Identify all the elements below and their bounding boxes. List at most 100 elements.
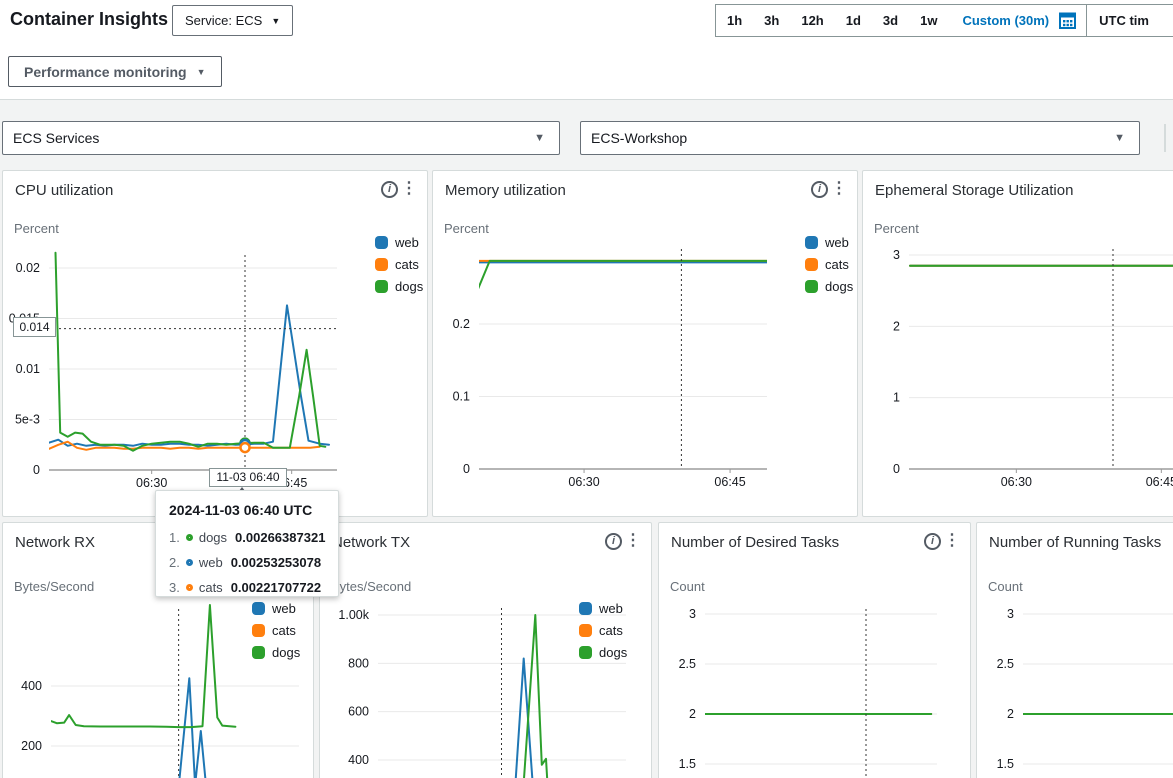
view-selector-button[interactable]: Performance monitoring ▼ — [8, 56, 222, 87]
svg-text:1.00k: 1.00k — [338, 608, 369, 622]
legend-item-web[interactable]: web — [375, 231, 423, 253]
time-range-1w[interactable]: 1w — [909, 13, 948, 28]
chart-plot[interactable]: 0.20.1006:3006:45 — [433, 171, 857, 516]
service-selector-button[interactable]: Service: ECS ▼ — [172, 5, 293, 36]
chart-legend: web cats dogs — [579, 597, 627, 663]
time-range-1h[interactable]: 1h — [716, 13, 753, 28]
tooltip-row: 2. web 0.00253253078 — [169, 555, 321, 570]
legend-swatch-icon — [252, 602, 265, 615]
legend-item-dogs[interactable]: dogs — [252, 641, 300, 663]
kebab-menu-icon[interactable]: ⋮ — [401, 178, 417, 198]
tooltip-rank: 2. — [169, 555, 180, 570]
svg-text:5e-3: 5e-3 — [15, 413, 40, 427]
svg-text:2.5: 2.5 — [997, 657, 1014, 671]
chart-card-running-tasks: 32.521.5 Number of Running Tasks Count — [976, 522, 1173, 778]
svg-text:800: 800 — [348, 656, 369, 670]
tooltip-timestamp: 2024-11-03 06:40 UTC — [169, 502, 312, 518]
series-marker-icon — [186, 534, 193, 541]
time-range-3d[interactable]: 3d — [872, 13, 909, 28]
cluster-select[interactable]: ECS-Workshop ▼ — [580, 121, 1140, 155]
svg-text:0.02: 0.02 — [16, 261, 40, 275]
tooltip-rank: 1. — [169, 530, 180, 545]
chart-plot[interactable]: 32.521.5 — [977, 523, 1173, 778]
legend-item-web[interactable]: web — [579, 597, 627, 619]
svg-text:0: 0 — [463, 462, 470, 476]
legend-label: cats — [599, 623, 623, 638]
y-axis-unit-label: Count — [988, 579, 1023, 594]
series-marker-icon — [186, 559, 193, 566]
custom-time-range-link[interactable]: Custom (30m) — [948, 13, 1057, 28]
info-icon[interactable]: i — [605, 533, 622, 550]
svg-text:400: 400 — [348, 753, 369, 767]
chart-card-cpu-utilization: 0.020.0150.015e-3006:3006:45 CPU utiliza… — [2, 170, 428, 517]
svg-text:06:30: 06:30 — [136, 476, 167, 490]
info-icon[interactable]: i — [381, 181, 398, 198]
legend-item-web[interactable]: web — [805, 231, 853, 253]
legend-swatch-icon — [579, 646, 592, 659]
chart-title: Number of Desired Tasks — [671, 534, 839, 551]
chart-card-ephemeral-storage: 321006:3006:45 Ephemeral Storage Utiliza… — [862, 170, 1173, 517]
chart-plot[interactable]: 32.521.5 — [659, 523, 970, 778]
legend-label: dogs — [395, 279, 423, 294]
legend-item-cats[interactable]: cats — [252, 619, 300, 641]
tooltip-series-value: 0.00266387321 — [235, 530, 325, 545]
svg-text:1: 1 — [893, 391, 900, 405]
dimension-select[interactable]: ECS Services ▼ — [2, 121, 560, 155]
svg-text:2: 2 — [1007, 707, 1014, 721]
chart-legend: web cats dogs — [805, 231, 853, 297]
legend-swatch-icon — [805, 236, 818, 249]
chevron-down-icon: ▼ — [534, 132, 545, 144]
svg-text:0.01: 0.01 — [16, 362, 40, 376]
chart-title: Memory utilization — [445, 182, 566, 199]
chart-plot[interactable]: 0.020.0150.015e-3006:3006:45 — [3, 171, 427, 516]
y-axis-unit-label: Percent — [874, 221, 919, 236]
page-title: Container Insights — [10, 9, 168, 30]
svg-text:3: 3 — [689, 607, 696, 621]
chevron-down-icon: ▼ — [1114, 132, 1125, 144]
legend-label: cats — [825, 257, 849, 272]
legend-swatch-icon — [579, 624, 592, 637]
filter-row-separator — [1164, 124, 1166, 152]
time-range-3h[interactable]: 3h — [753, 13, 790, 28]
legend-item-dogs[interactable]: dogs — [805, 275, 853, 297]
tooltip-series-value: 0.00221707722 — [231, 580, 321, 595]
kebab-menu-icon[interactable]: ⋮ — [944, 530, 960, 550]
time-range-1d[interactable]: 1d — [835, 13, 872, 28]
info-icon[interactable]: i — [924, 533, 941, 550]
y-axis-unit-label: Percent — [14, 221, 59, 236]
svg-text:1.5: 1.5 — [679, 757, 696, 771]
tooltip-series-name: dogs — [199, 530, 227, 545]
kebab-menu-icon[interactable]: ⋮ — [625, 530, 641, 550]
info-icon[interactable]: i — [811, 181, 828, 198]
cluster-select-value: ECS-Workshop — [591, 130, 687, 146]
legend-item-dogs[interactable]: dogs — [579, 641, 627, 663]
legend-swatch-icon — [375, 280, 388, 293]
legend-swatch-icon — [805, 258, 818, 271]
tooltip-series-name: web — [199, 555, 223, 570]
chart-card-network-tx: 1.00k800600400 Network TX i ⋮ Bytes/Seco… — [319, 522, 652, 778]
chart-title: CPU utilization — [15, 182, 113, 199]
chart-title: Ephemeral Storage Utilization — [875, 182, 1073, 199]
legend-item-web[interactable]: web — [252, 597, 300, 619]
svg-text:0: 0 — [893, 462, 900, 476]
legend-item-dogs[interactable]: dogs — [375, 275, 423, 297]
calendar-icon[interactable] — [1059, 12, 1076, 29]
chart-card-desired-tasks: 32.521.5 Number of Desired Tasks i ⋮ Cou… — [658, 522, 971, 778]
legend-item-cats[interactable]: cats — [805, 253, 853, 275]
timezone-selector[interactable]: UTC tim — [1087, 13, 1161, 28]
svg-text:3: 3 — [893, 248, 900, 262]
tooltip-series-name: cats — [199, 580, 223, 595]
chevron-down-icon: ▼ — [197, 67, 206, 77]
legend-item-cats[interactable]: cats — [375, 253, 423, 275]
chevron-down-icon: ▼ — [271, 16, 280, 26]
service-selector-label: Service: ECS — [185, 13, 262, 28]
svg-text:400: 400 — [21, 679, 42, 693]
time-range-12h[interactable]: 12h — [790, 13, 834, 28]
hover-x-axis-label: 11-03 06:40 — [209, 468, 287, 487]
y-axis-unit-label: Percent — [444, 221, 489, 236]
chart-legend: webcatsdogs — [252, 597, 300, 663]
legend-item-cats[interactable]: cats — [579, 619, 627, 641]
dimension-select-value: ECS Services — [13, 130, 99, 146]
kebab-menu-icon[interactable]: ⋮ — [831, 178, 847, 198]
legend-swatch-icon — [375, 258, 388, 271]
